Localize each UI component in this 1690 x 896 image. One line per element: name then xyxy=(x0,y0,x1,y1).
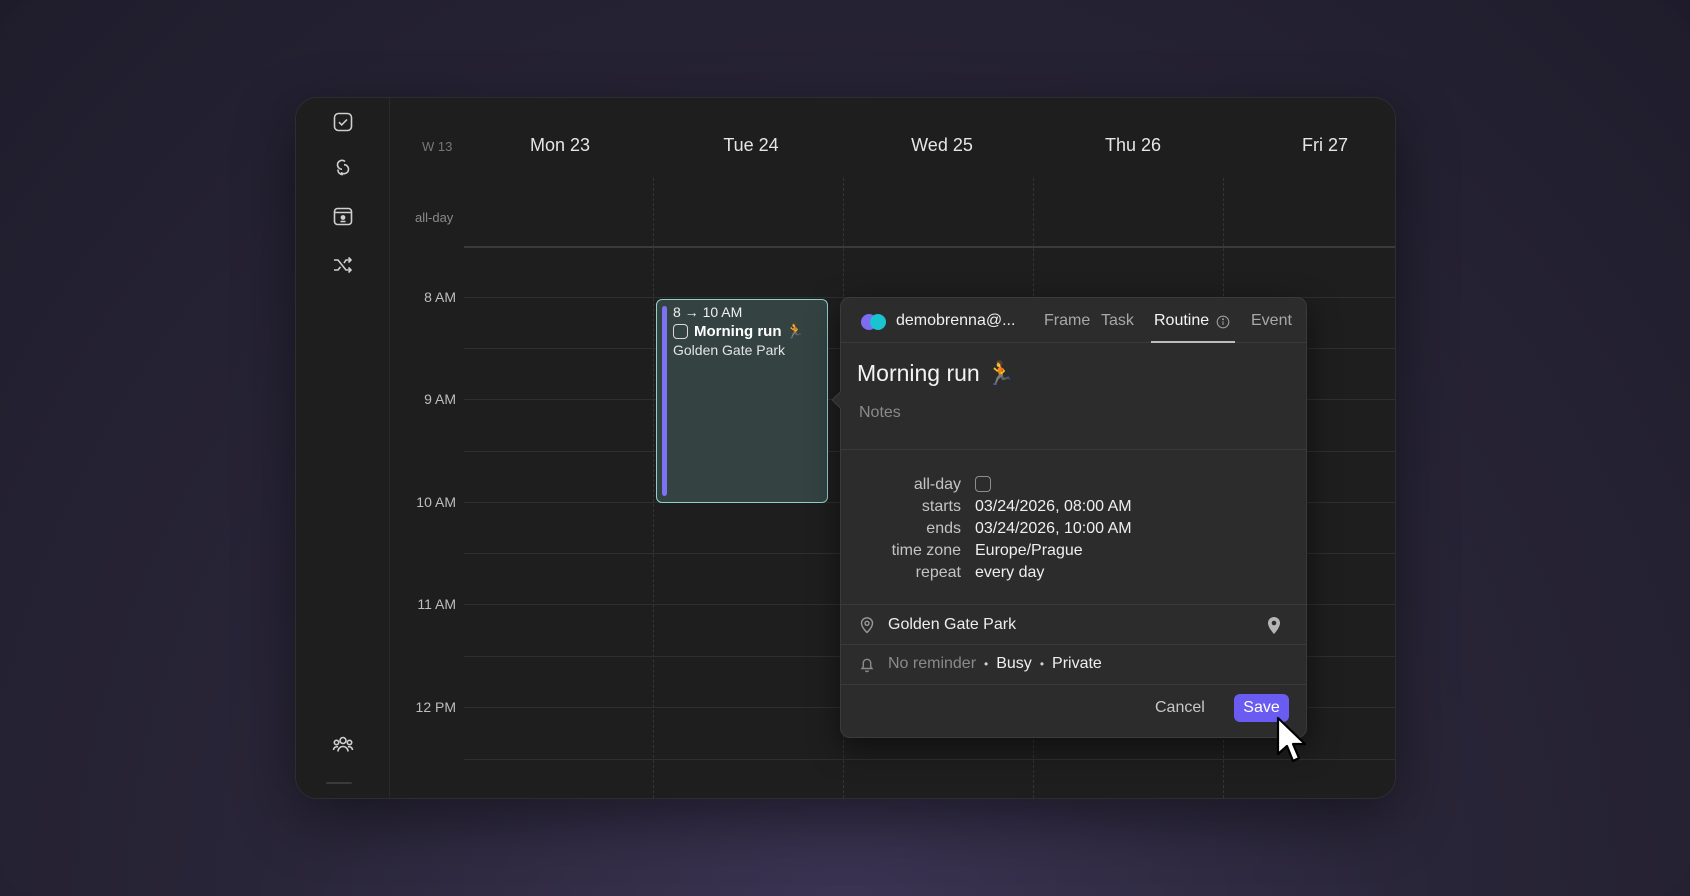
background: W 13 Mon 23 Tue 24 Wed 25 Thu 26 Fri 27 … xyxy=(0,0,1690,896)
event-title: Morning run 🏃 xyxy=(694,323,805,340)
location-field[interactable]: Golden Gate Park xyxy=(888,616,1016,634)
day-header-tue[interactable]: Tue 24 xyxy=(723,135,778,156)
grid-half-hour-line xyxy=(464,759,1395,760)
section-divider xyxy=(841,449,1306,450)
event-morning-run[interactable]: 8 → 10 AM Morning run 🏃 Golden Gate Park xyxy=(656,299,828,503)
popover-header: demobrenna@... Frame Task Routine Event xyxy=(841,298,1306,343)
allday-row-label: all-day xyxy=(415,210,454,225)
account-color-icon[interactable] xyxy=(861,314,887,330)
timezone-label: time zone xyxy=(891,542,961,559)
grid-column-line xyxy=(653,178,654,798)
section-divider xyxy=(841,604,1306,605)
day-header-wed[interactable]: Wed 25 xyxy=(911,135,973,156)
notes-field[interactable]: Notes xyxy=(859,404,901,422)
day-header-fri[interactable]: Fri 27 xyxy=(1302,135,1348,156)
people-icon[interactable] xyxy=(326,727,360,761)
separator-dot: • xyxy=(1039,657,1045,671)
tab-routine[interactable]: Routine xyxy=(1154,312,1209,330)
calendar-person-icon[interactable] xyxy=(326,199,360,233)
event-time: 8 → 10 AM xyxy=(673,304,743,320)
shuffle-icon[interactable] xyxy=(326,248,360,282)
week-number: W 13 xyxy=(422,139,453,154)
visibility-selector[interactable]: Private xyxy=(1052,655,1102,673)
event-location: Golden Gate Park xyxy=(673,342,786,358)
repeat-value[interactable]: every day xyxy=(975,564,1044,582)
event-title-row: Morning run 🏃 xyxy=(673,322,804,340)
sidebar xyxy=(296,98,390,798)
bell-icon xyxy=(860,658,874,673)
day-header-thu[interactable]: Thu 26 xyxy=(1105,135,1161,156)
allday-checkbox[interactable] xyxy=(975,476,991,492)
sidebar-divider xyxy=(326,782,352,784)
starts-label: starts xyxy=(921,498,961,515)
section-divider xyxy=(841,644,1306,645)
allday-divider xyxy=(464,246,1395,248)
day-header-mon[interactable]: Mon 23 xyxy=(530,135,590,156)
repeat-label: repeat xyxy=(915,564,961,581)
tab-task[interactable]: Task xyxy=(1101,312,1134,330)
reminder-selector[interactable]: No reminder xyxy=(888,655,976,673)
allday-label: all-day xyxy=(913,476,961,493)
separator-dot: • xyxy=(984,657,989,671)
info-icon[interactable] xyxy=(1216,315,1230,329)
checkbox-icon[interactable] xyxy=(326,105,360,139)
section-divider xyxy=(841,684,1306,685)
event-color-bar xyxy=(662,306,667,496)
tab-event[interactable]: Event xyxy=(1251,312,1292,330)
popover-arrow xyxy=(831,391,849,409)
ends-value[interactable]: 03/24/2026, 10:00 AM xyxy=(975,520,1132,538)
mouse-cursor-icon xyxy=(1276,716,1307,763)
time-label-12pm: 12 PM xyxy=(415,699,456,715)
reminder-row: No reminder • Busy • Private xyxy=(888,655,1102,673)
active-tab-indicator xyxy=(1151,341,1235,343)
event-editor-popover: demobrenna@... Frame Task Routine Event … xyxy=(831,297,1307,738)
account-selector[interactable]: demobrenna@... xyxy=(896,312,1015,330)
event-title-input[interactable]: Morning run 🏃 xyxy=(857,360,1015,387)
event-checkbox[interactable] xyxy=(673,323,688,339)
starts-value[interactable]: 03/24/2026, 08:00 AM xyxy=(975,498,1132,516)
tab-frame[interactable]: Frame xyxy=(1044,312,1090,330)
availability-selector[interactable]: Busy xyxy=(996,655,1032,673)
app-window: W 13 Mon 23 Tue 24 Wed 25 Thu 26 Fri 27 … xyxy=(295,97,1396,799)
time-label-8am: 8 AM xyxy=(424,289,456,305)
calendar-header: W 13 Mon 23 Tue 24 Wed 25 Thu 26 Fri 27 xyxy=(390,98,1395,178)
time-label-9am: 9 AM xyxy=(424,391,456,407)
timezone-value[interactable]: Europe/Prague xyxy=(975,542,1083,560)
time-label-11am: 11 AM xyxy=(417,596,456,612)
map-pin-icon[interactable] xyxy=(1266,615,1282,635)
cancel-button[interactable]: Cancel xyxy=(1155,699,1205,717)
ends-label: ends xyxy=(926,520,961,537)
location-icon xyxy=(860,617,874,634)
time-label-10am: 10 AM xyxy=(416,494,456,510)
link-icon[interactable] xyxy=(326,150,360,184)
